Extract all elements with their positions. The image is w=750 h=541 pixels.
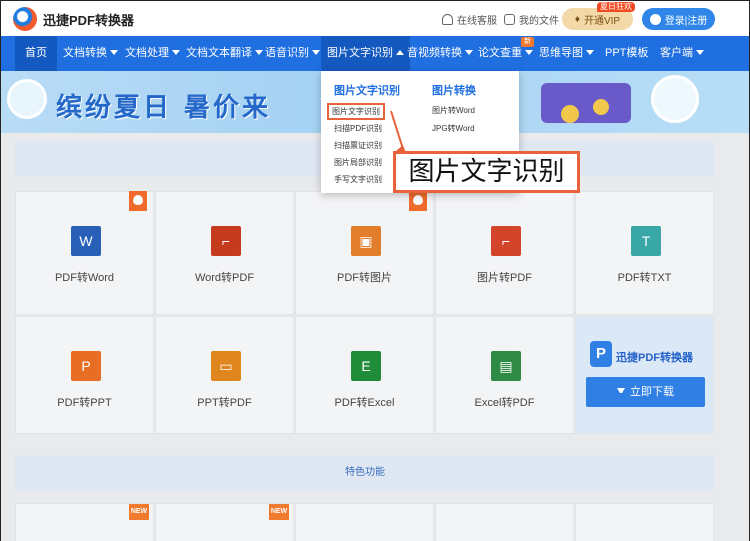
annotation-arrow bbox=[390, 110, 408, 158]
annotation-callout: 图片文字识别 bbox=[393, 151, 580, 193]
